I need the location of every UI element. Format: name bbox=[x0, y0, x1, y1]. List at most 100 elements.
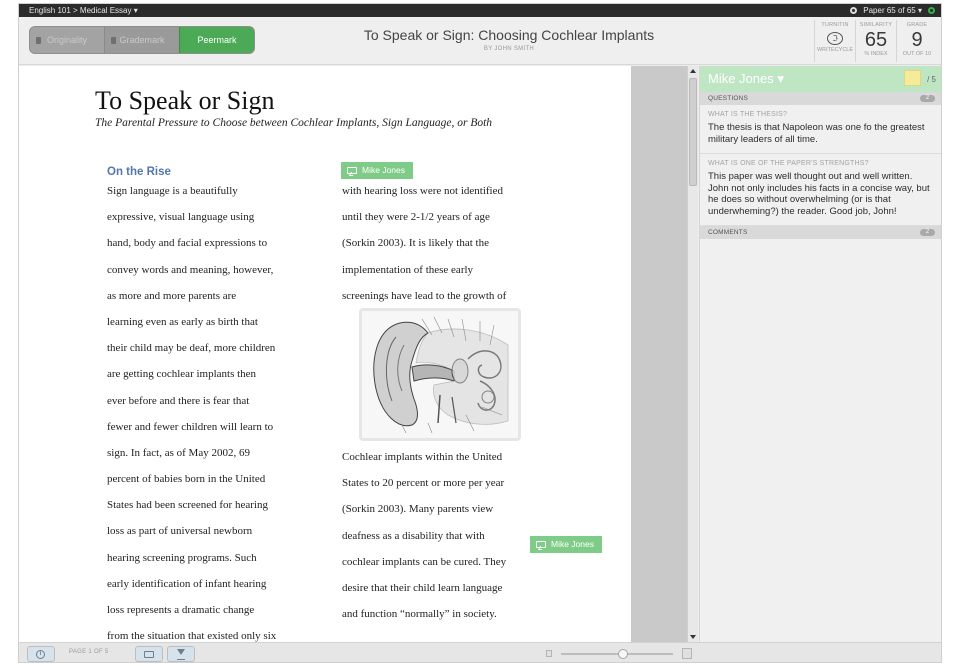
annotation-marker[interactable]: Mike Jones bbox=[341, 162, 413, 179]
paper-author: BY JOHN SMITH bbox=[483, 46, 535, 52]
next-paper-icon[interactable] bbox=[928, 7, 935, 14]
score-max: / 5 bbox=[927, 75, 936, 84]
text-line: as more and more parents are bbox=[107, 289, 237, 302]
document-viewer: To Speak or Sign The Parental Pressure t… bbox=[19, 66, 687, 642]
text-line: convey words and meaning, however, bbox=[107, 263, 274, 276]
annotation-author: Mike Jones bbox=[551, 539, 594, 549]
text-line: fewer and fewer children will learn to bbox=[107, 420, 274, 433]
lock-icon bbox=[36, 37, 41, 44]
answer-text: This paper was well thought out and well… bbox=[708, 171, 930, 217]
document-page: To Speak or Sign The Parental Pressure t… bbox=[19, 66, 631, 642]
scrollbar-thumb[interactable] bbox=[689, 78, 697, 186]
page-indicator: PAGE 1 OF 5 bbox=[69, 649, 109, 655]
question-item[interactable]: WHAT IS THE THESIS? The thesis is that N… bbox=[700, 105, 941, 154]
breadcrumb[interactable]: English 101 > Medical Essay ▾ bbox=[29, 4, 138, 17]
text-line: hearing screening programs. Such bbox=[107, 551, 257, 564]
text-line: (Sorkin 2003). It is likely that the bbox=[342, 237, 489, 250]
text-line: desire that their child learn language bbox=[342, 581, 503, 594]
header: Originality Grademark Peermark To Speak … bbox=[19, 17, 941, 65]
scroll-up-icon[interactable] bbox=[690, 69, 696, 73]
text-line: learning even as early as birth that bbox=[107, 315, 258, 328]
comments-label: COMMENTS bbox=[708, 229, 748, 236]
tab-peermark[interactable]: Peermark bbox=[179, 27, 254, 53]
grade-value: 9 bbox=[911, 29, 923, 51]
comments-section-header[interactable]: COMMENTS 2 bbox=[700, 226, 941, 239]
info-button[interactable]: i bbox=[27, 646, 55, 662]
app-window: English 101 > Medical Essay ▾ Paper 65 o… bbox=[18, 3, 942, 663]
document-scrollbar[interactable] bbox=[687, 66, 698, 642]
text-line: implementation of these early bbox=[342, 263, 474, 276]
download-icon bbox=[177, 649, 185, 660]
annotation-marker[interactable]: Mike Jones bbox=[530, 536, 602, 553]
questions-label: QUESTIONS bbox=[708, 95, 749, 102]
text-line: early identification of infant hearing bbox=[107, 577, 267, 590]
print-button[interactable] bbox=[135, 646, 163, 662]
similarity-value: 65 bbox=[864, 29, 888, 51]
annotation-author: Mike Jones bbox=[362, 165, 405, 175]
writecycle-label: WRITECYCLE bbox=[816, 47, 854, 53]
document-subtitle: The Parental Pressure to Choose between … bbox=[95, 117, 493, 129]
zoom-out-icon[interactable] bbox=[546, 650, 552, 657]
peermark-side-panel: Mike Jones ▾ / 5 QUESTIONS 2 WHAT IS THE… bbox=[699, 66, 941, 642]
zoom-control bbox=[544, 648, 694, 660]
text-line: and function “normally” in society. bbox=[342, 608, 497, 621]
comment-bubble-icon bbox=[536, 541, 546, 548]
turnitin-writecycle[interactable]: TURNITIN ℑ WRITECYCLE bbox=[814, 20, 855, 62]
question-text: WHAT IS ONE OF THE PAPER'S STRENGTHS? bbox=[708, 160, 869, 167]
text-line: with hearing loss were not identified bbox=[342, 185, 503, 197]
download-button[interactable] bbox=[167, 646, 195, 662]
scroll-down-icon[interactable] bbox=[690, 635, 696, 639]
zoom-in-icon[interactable] bbox=[682, 648, 692, 659]
reviewer-dropdown[interactable]: Mike Jones ▾ bbox=[708, 71, 784, 87]
text-line: their child may be deaf, more children bbox=[107, 342, 276, 355]
text-line: from the situation that existed only six bbox=[107, 630, 277, 642]
questions-section-header[interactable]: QUESTIONS 2 bbox=[700, 92, 941, 105]
tab-originality[interactable]: Originality bbox=[30, 27, 104, 53]
info-icon: i bbox=[36, 650, 45, 659]
grade-sub: OUT OF 10 bbox=[902, 51, 932, 57]
text-line: Cochlear implants within the United bbox=[342, 451, 503, 463]
questions-count-badge: 2 bbox=[920, 95, 935, 102]
comments-count-badge: 2 bbox=[920, 229, 935, 236]
print-icon bbox=[144, 651, 154, 658]
question-text: WHAT IS THE THESIS? bbox=[708, 111, 788, 118]
text-line: sign. In fact, as of May 2002, 69 bbox=[107, 446, 250, 459]
grade-label: GRADE bbox=[906, 22, 928, 28]
text-column-right-top: with hearing loss were not identified unt… bbox=[342, 178, 562, 309]
text-line: loss as part of universal newborn bbox=[107, 525, 253, 538]
text-line: States to 20 percent or more per year bbox=[342, 477, 505, 490]
turnitin-label: TURNITIN bbox=[821, 22, 849, 28]
score-input[interactable] bbox=[904, 70, 921, 86]
tab-grademark[interactable]: Grademark bbox=[104, 27, 179, 53]
paper-count-dropdown[interactable]: Paper 65 of 65 ▾ bbox=[863, 4, 922, 17]
text-line: until they were 2-1/2 years of age bbox=[342, 211, 490, 224]
text-line: are getting cochlear implants then bbox=[107, 368, 257, 381]
grade-score[interactable]: GRADE 9 OUT OF 10 bbox=[896, 20, 937, 62]
text-line: expressive, visual language using bbox=[107, 211, 255, 224]
reviewer-header: Mike Jones ▾ / 5 bbox=[700, 66, 941, 92]
paper-title: To Speak or Sign: Choosing Cochlear Impl… bbox=[363, 27, 655, 43]
section-heading: On the Rise bbox=[107, 166, 171, 178]
tab-originality-label: Originality bbox=[46, 35, 87, 45]
paper-navigator: Paper 65 of 65 ▾ bbox=[850, 4, 935, 17]
text-line: Sign language is a beautifully bbox=[107, 185, 238, 197]
text-line: hand, body and facial expressions to bbox=[107, 237, 268, 250]
text-line: screenings have lead to the growth of bbox=[342, 289, 507, 302]
text-line: (Sorkin 2003). Many parents view bbox=[342, 503, 494, 516]
top-bar: English 101 > Medical Essay ▾ Paper 65 o… bbox=[19, 4, 941, 17]
answer-text: The thesis is that Napoleon was one fo t… bbox=[708, 122, 925, 145]
similarity-label: SIMILARITY bbox=[859, 22, 893, 28]
text-line: ever before and there is fear that bbox=[107, 394, 250, 407]
text-line: cochlear implants can be cured. They bbox=[342, 555, 507, 568]
tab-grademark-label: Grademark bbox=[119, 35, 165, 45]
refresh-icon[interactable] bbox=[850, 7, 858, 14]
text-column-left: Sign language is a beautifully expressive… bbox=[107, 178, 327, 642]
similarity-sub: % INDEX bbox=[864, 51, 888, 57]
lock-icon bbox=[111, 37, 116, 44]
bottom-toolbar: i PAGE 1 OF 5 bbox=[19, 642, 941, 662]
zoom-slider-handle[interactable] bbox=[617, 649, 628, 659]
similarity-score[interactable]: SIMILARITY 65 % INDEX bbox=[855, 20, 896, 62]
text-line: States had been screened for hearing bbox=[107, 499, 268, 512]
question-item[interactable]: WHAT IS ONE OF THE PAPER'S STRENGTHS? Th… bbox=[700, 154, 941, 226]
mode-switcher: Originality Grademark Peermark bbox=[29, 26, 255, 54]
